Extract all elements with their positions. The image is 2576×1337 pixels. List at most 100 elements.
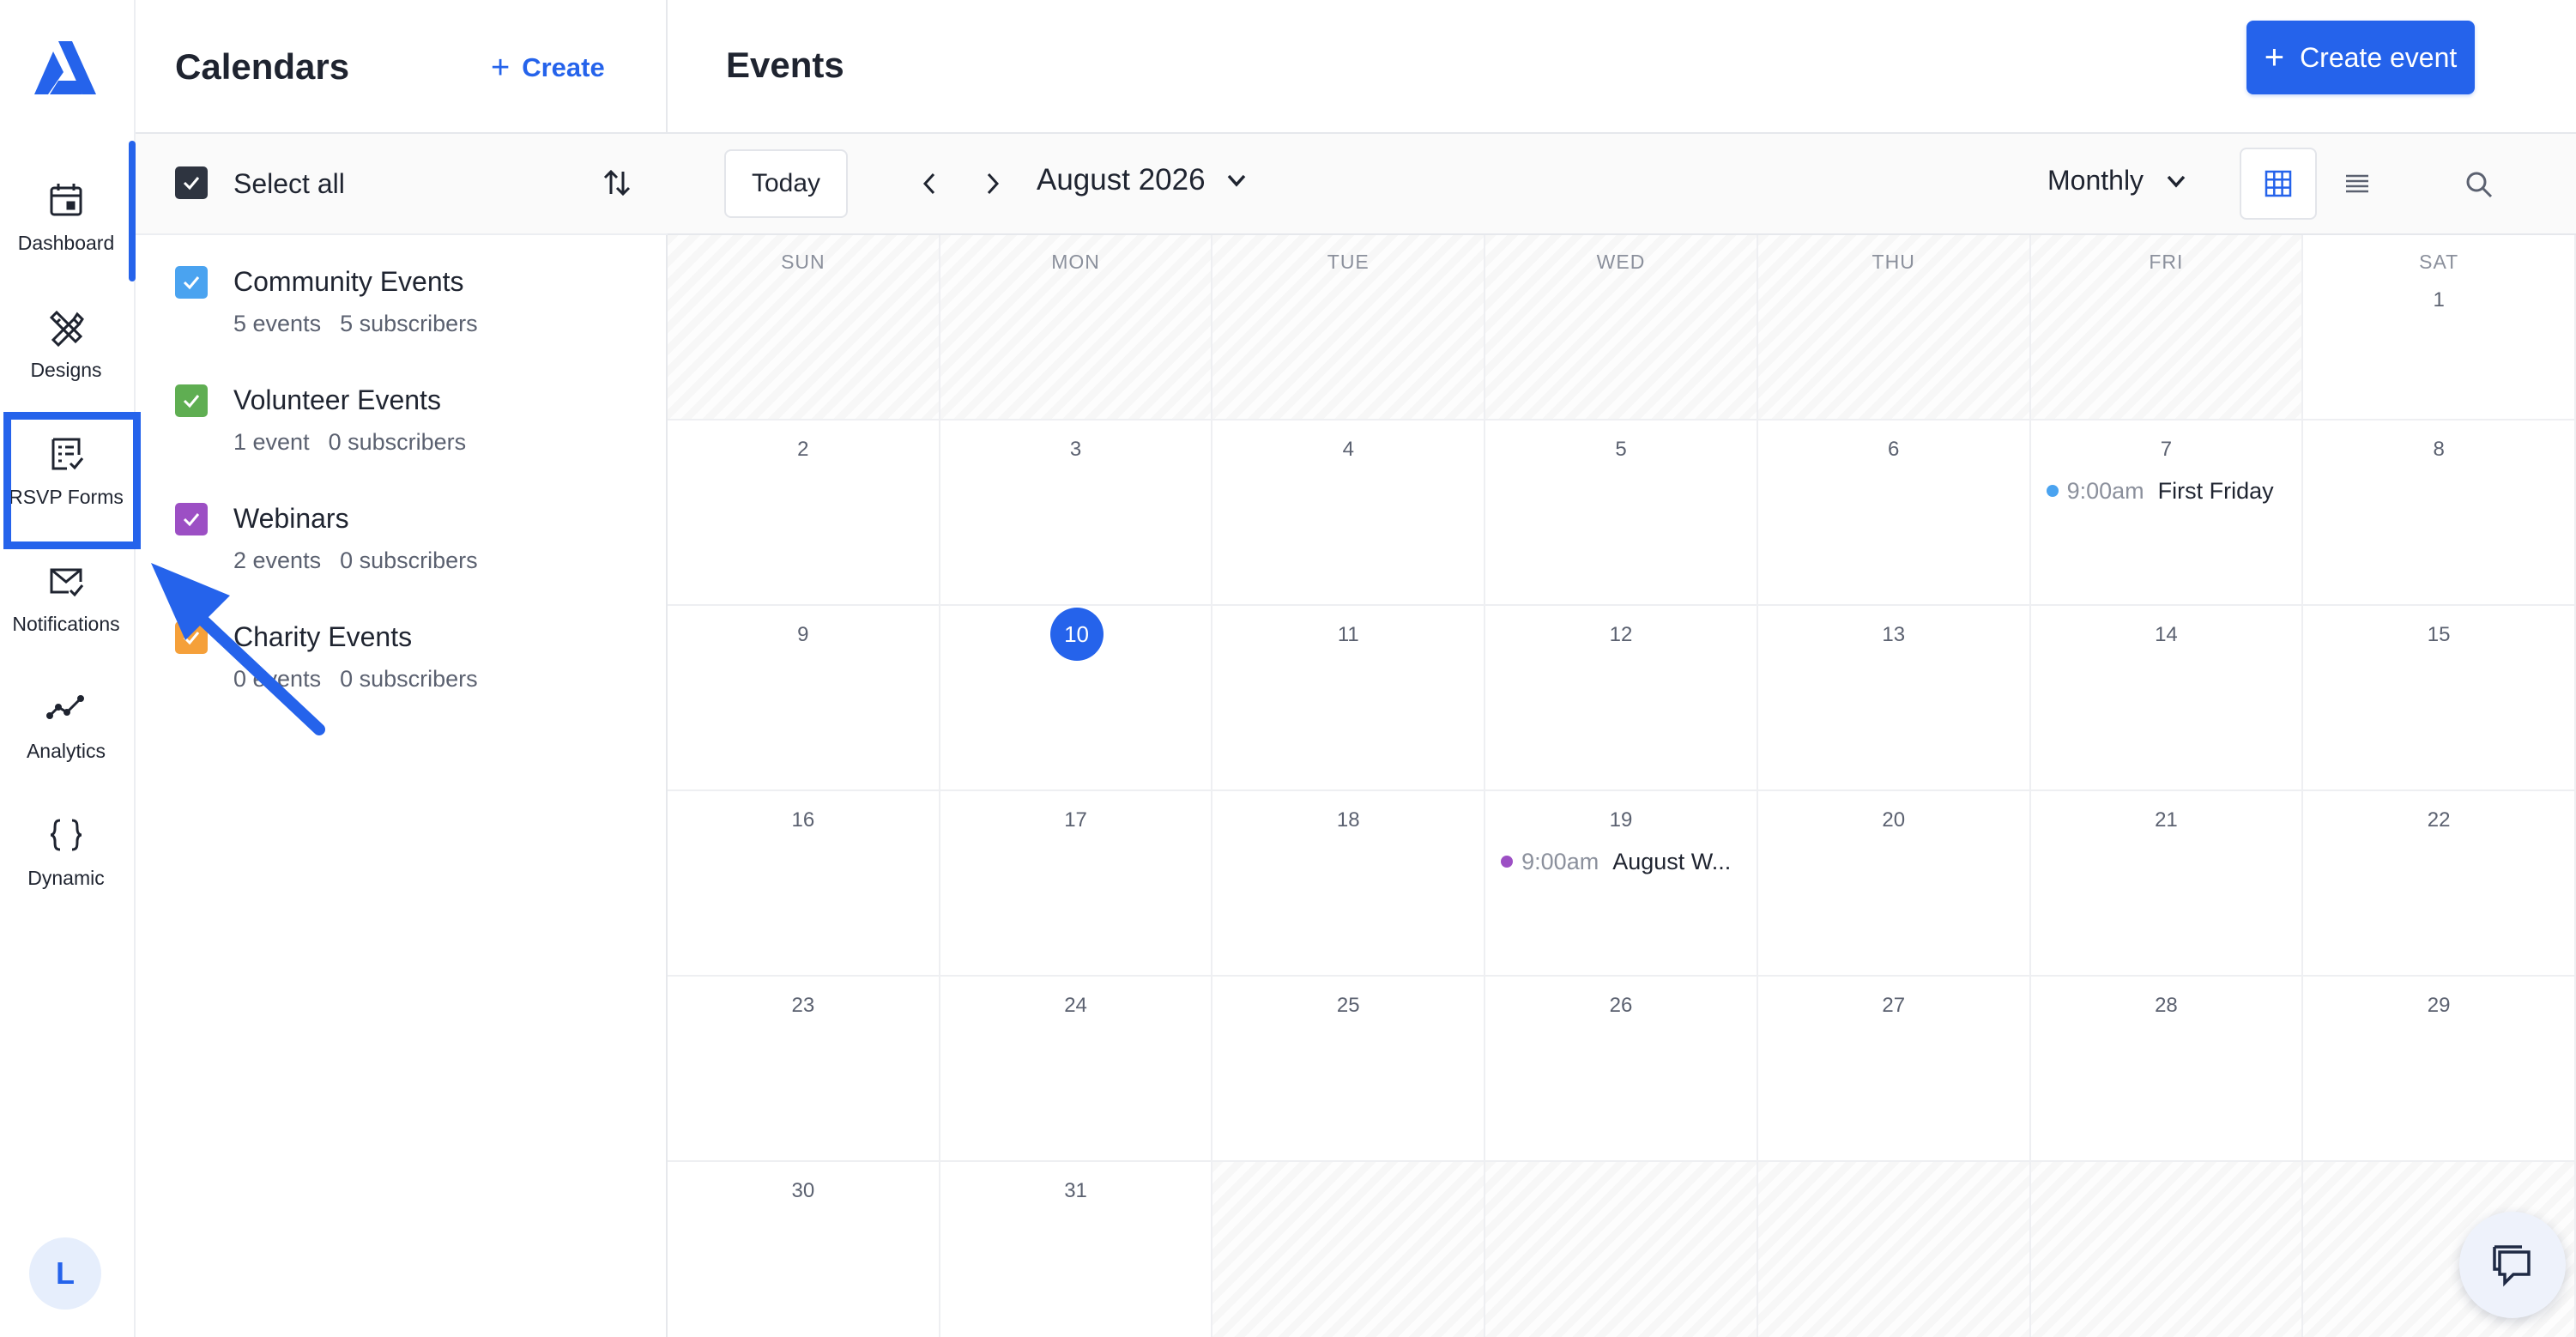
calendar-checkbox[interactable]: [175, 621, 208, 654]
sort-icon[interactable]: [597, 163, 637, 203]
next-month-button[interactable]: [968, 160, 1016, 208]
event-count: 2 events: [233, 548, 322, 573]
day-number: 12: [1609, 623, 1633, 646]
day-number: 27: [1882, 994, 1906, 1017]
day-number: 2: [797, 438, 809, 461]
day-cell[interactable]: 9: [668, 606, 940, 791]
day-number: 22: [2427, 808, 2451, 832]
day-number: 13: [1882, 623, 1906, 646]
calendar-checkbox[interactable]: [175, 503, 208, 535]
day-cell[interactable]: 26: [1485, 977, 1758, 1162]
chevron-right-icon: [987, 172, 1000, 195]
day-cell[interactable]: 4: [1212, 420, 1486, 606]
day-cell[interactable]: 5: [1485, 420, 1758, 606]
calendars-panel: Calendars + Create Select all Community …: [136, 0, 668, 1337]
day-cell[interactable]: 21: [2030, 791, 2304, 977]
grid-view-button[interactable]: [2240, 148, 2317, 220]
calendar-checkbox[interactable]: [175, 384, 208, 417]
subscriber-count: 0 subscribers: [340, 548, 478, 573]
today-date-marker[interactable]: 10: [1049, 608, 1104, 661]
nav-notifications[interactable]: Notifications: [0, 549, 132, 652]
month-label: August 2026: [1037, 163, 1206, 197]
design-tools-icon: [49, 310, 84, 347]
check-icon: [183, 513, 200, 527]
select-all-label: Select all: [233, 168, 345, 199]
prev-month-button[interactable]: [906, 160, 954, 208]
day-cell[interactable]: 6: [1757, 420, 2031, 606]
day-cell[interactable]: 12: [1485, 606, 1758, 791]
list-view-button[interactable]: [2319, 148, 2396, 220]
calendar-event[interactable]: 9:00am August W...: [1501, 844, 1748, 879]
month-picker[interactable]: August 2026: [1037, 163, 1250, 197]
day-number: 7: [2160, 438, 2173, 461]
day-number: 30: [791, 1179, 815, 1202]
day-cell[interactable]: 22: [2303, 791, 2576, 977]
create-calendar-button[interactable]: + Create: [491, 51, 605, 84]
page-title: Events: [726, 45, 844, 85]
calendar-item-webinars[interactable]: Webinars 2 events 0 subscribers: [136, 494, 668, 613]
day-cell[interactable]: 7 9:00am First Friday: [2030, 420, 2304, 606]
day-cell[interactable]: 14: [2030, 606, 2304, 791]
rsvp-form-icon: [51, 438, 84, 470]
nav-designs[interactable]: Designs: [0, 295, 132, 398]
create-calendar-label: Create: [522, 52, 605, 82]
day-cell[interactable]: 31: [940, 1162, 1213, 1337]
view-mode-select[interactable]: Monthly: [2047, 165, 2190, 197]
day-cell[interactable]: 30: [668, 1162, 940, 1337]
day-cell[interactable]: 15: [2303, 606, 2576, 791]
day-cell[interactable]: 29: [2303, 977, 2576, 1162]
weekday-header: THU: [1872, 251, 1915, 273]
calendar-meta: 0 events 0 subscribers: [233, 666, 478, 693]
day-cell-empty: TUE: [1212, 235, 1486, 420]
day-number: 3: [1069, 438, 1082, 461]
day-cell[interactable]: 16: [668, 791, 940, 977]
day-number: 14: [2155, 623, 2178, 646]
day-cell[interactable]: 24: [940, 977, 1213, 1162]
day-cell[interactable]: 10: [940, 606, 1213, 791]
left-nav-rail: Dashboard Designs RSVP Forms Notificatio…: [0, 0, 136, 1337]
day-cell[interactable]: 3: [940, 420, 1213, 606]
day-cell[interactable]: 27: [1757, 977, 2031, 1162]
day-cell[interactable]: 13: [1757, 606, 2031, 791]
day-cell[interactable]: 23: [668, 977, 940, 1162]
calendar-event[interactable]: 9:00am First Friday: [2046, 474, 2294, 508]
create-event-label: Create event: [2300, 41, 2458, 73]
chat-support-button[interactable]: [2459, 1212, 2566, 1318]
day-cell[interactable]: 19 9:00am August W...: [1485, 791, 1758, 977]
calendar-item-community-events[interactable]: Community Events 5 events 5 subscribers: [136, 257, 668, 376]
day-cell[interactable]: 17: [940, 791, 1213, 977]
day-cell[interactable]: 20: [1757, 791, 2031, 977]
chat-icon: [2493, 1245, 2531, 1287]
calendar-icon: [50, 184, 82, 216]
search-button[interactable]: [2447, 153, 2511, 216]
day-cell[interactable]: SAT 1: [2303, 235, 2576, 420]
nav-label: Notifications: [12, 613, 120, 635]
nav-analytics[interactable]: Analytics: [0, 676, 132, 779]
nav-dynamic[interactable]: Dynamic: [0, 803, 132, 906]
select-all-checkbox[interactable]: [175, 166, 208, 199]
day-cell[interactable]: 18: [1212, 791, 1486, 977]
nav-rsvp-forms[interactable]: RSVP Forms: [0, 422, 132, 525]
month-grid: SUN MON TUE WED THU FRI SAT 1 2 3 4 5 6 7 9:00am First …: [668, 235, 2576, 1337]
weekday-header: SAT: [2419, 251, 2459, 273]
calendar-item-volunteer-events[interactable]: Volunteer Events 1 event 0 subscribers: [136, 376, 668, 494]
day-number: 25: [1336, 994, 1360, 1017]
day-cell[interactable]: 28: [2030, 977, 2304, 1162]
weekday-header: TUE: [1327, 251, 1370, 273]
day-cell[interactable]: 2: [668, 420, 940, 606]
braces-icon: [50, 819, 82, 851]
day-cell-empty: SUN: [668, 235, 940, 420]
event-name: First Friday: [2157, 477, 2274, 504]
day-cell[interactable]: 8: [2303, 420, 2576, 606]
app-logo-icon[interactable]: [33, 38, 98, 98]
event-time: 9:00am: [2066, 477, 2144, 504]
event-count: 1 event: [233, 429, 310, 455]
today-button[interactable]: Today: [724, 149, 848, 218]
user-avatar[interactable]: L: [29, 1237, 101, 1310]
calendar-checkbox[interactable]: [175, 266, 208, 299]
day-cell[interactable]: 25: [1212, 977, 1486, 1162]
nav-dashboard[interactable]: Dashboard: [0, 168, 132, 271]
calendar-item-charity-events[interactable]: Charity Events 0 events 0 subscribers: [136, 613, 668, 731]
day-cell[interactable]: 11: [1212, 606, 1486, 791]
create-event-button[interactable]: + Create event: [2246, 21, 2475, 94]
